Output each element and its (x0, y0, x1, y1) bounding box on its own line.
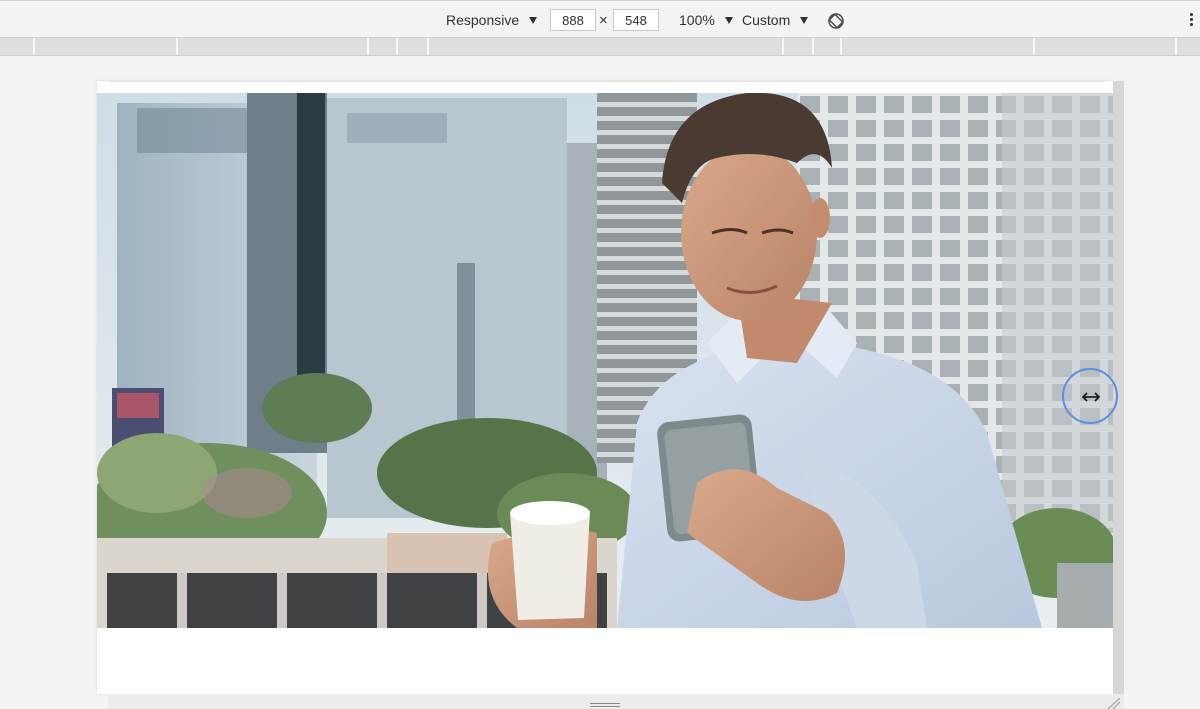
dimension-separator: × (599, 12, 608, 29)
resize-cursor-highlight (1062, 368, 1118, 424)
media-query-ruler[interactable] (0, 38, 1200, 56)
corner-resize-icon[interactable] (1106, 697, 1120, 709)
chevron-down-icon (724, 17, 733, 24)
device-select-label: Responsive (446, 12, 520, 28)
kebab-menu-icon[interactable] (1190, 13, 1194, 29)
zoom-select-label: 100% (679, 12, 715, 28)
chevron-down-icon (800, 17, 809, 24)
grip-icon[interactable] (590, 703, 620, 707)
rotate-icon[interactable] (827, 12, 845, 30)
hero-photo (97, 93, 1113, 628)
height-input[interactable] (613, 9, 659, 31)
throttle-select[interactable]: Custom (742, 10, 809, 30)
width-input[interactable] (550, 9, 596, 31)
device-toolbar: Responsive × 100% Custom (0, 0, 1200, 38)
chevron-down-icon (529, 17, 538, 24)
device-select[interactable]: Responsive (446, 10, 538, 30)
horizontal-resize-icon (1082, 392, 1100, 402)
throttle-select-label: Custom (742, 12, 791, 28)
zoom-select[interactable]: 100% (679, 10, 733, 30)
